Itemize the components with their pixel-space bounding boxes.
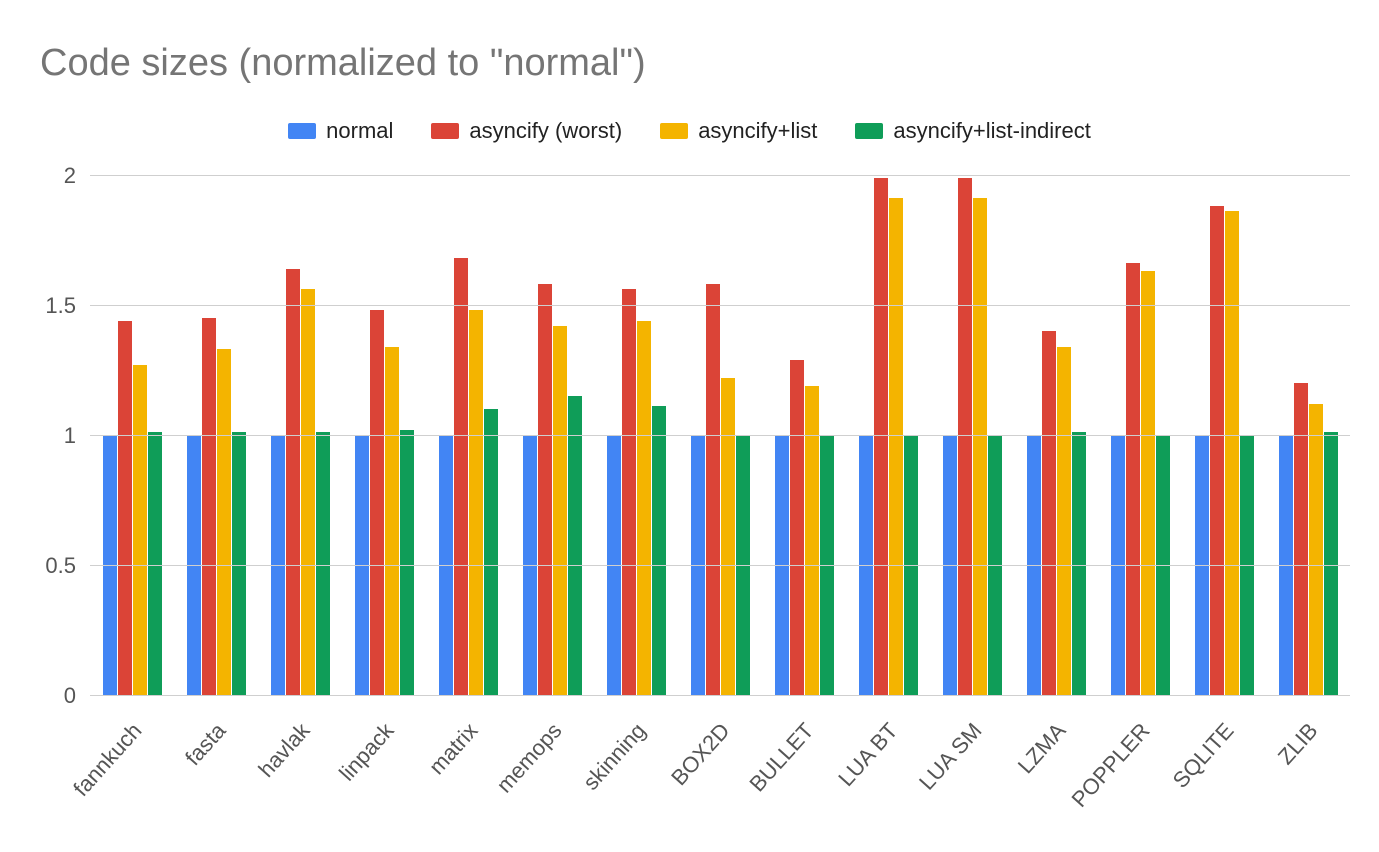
legend-label: asyncify+list-indirect [893,118,1090,144]
bar [889,198,903,695]
x-axis-labels: fannkuchfastahavlaklinpackmatrixmemopssk… [90,700,1350,850]
bar [1042,331,1056,695]
bar [370,310,384,695]
bar [553,326,567,695]
bar [301,289,315,695]
bar [1072,432,1086,695]
bar [1225,211,1239,695]
bar [286,269,300,695]
legend: normal asyncify (worst) asyncify+list async… [0,118,1379,144]
bar [1309,404,1323,695]
y-tick-label: 0 [26,683,76,709]
plot-area: 0 0.5 1 1.5 2 [90,175,1350,695]
bar [118,321,132,695]
bar [805,386,819,695]
gridline: 0 [90,695,1350,696]
legend-item: asyncify (worst) [431,118,622,144]
bar [622,289,636,695]
bar [484,409,498,695]
legend-item: asyncify+list-indirect [855,118,1090,144]
legend-label: normal [326,118,393,144]
x-tick-label: LZMA [1013,718,1072,779]
x-tick-label: ZLIB [1273,718,1323,770]
bar [1210,206,1224,695]
x-tick-label: skinning [578,718,651,795]
bar [1324,432,1338,695]
y-tick-label: 1.5 [26,293,76,319]
bar [721,378,735,695]
legend-swatch [660,123,688,139]
bar [538,284,552,695]
bar [958,178,972,695]
legend-label: asyncify (worst) [469,118,622,144]
x-tick-label: fannkuch [68,718,147,802]
y-tick-label: 2 [26,163,76,189]
x-tick-label: POPPLER [1066,718,1155,813]
legend-swatch [288,123,316,139]
chart-container: Code sizes (normalized to "normal") norm… [0,0,1379,852]
bar [973,198,987,695]
x-tick-label: LUA SM [914,718,987,795]
bar [874,178,888,695]
bar [385,347,399,695]
x-tick-label: havlak [253,718,315,783]
gridline: 1 [90,435,1350,436]
legend-item: normal [288,118,393,144]
bar [454,258,468,695]
bar [1141,271,1155,695]
bar [232,432,246,695]
y-tick-label: 1 [26,423,76,449]
y-tick-label: 0.5 [26,553,76,579]
bar [400,430,414,695]
bar [202,318,216,695]
bar [637,321,651,695]
bar [316,432,330,695]
x-tick-label: LUA BT [833,718,903,792]
x-tick-label: fasta [180,718,231,771]
bar [568,396,582,695]
bar [652,406,666,695]
gridline: 2 [90,175,1350,176]
x-tick-label: matrix [424,718,483,780]
bar [133,365,147,695]
legend-item: asyncify+list [660,118,817,144]
bar [1057,347,1071,695]
bar [1294,383,1308,695]
x-tick-label: memops [492,718,568,798]
x-tick-label: linpack [334,718,399,786]
gridline: 0.5 [90,565,1350,566]
x-tick-label: SQLITE [1168,718,1240,794]
chart-title: Code sizes (normalized to "normal") [40,42,646,85]
bar [1126,263,1140,695]
bar [148,432,162,695]
gridline: 1.5 [90,305,1350,306]
legend-label: asyncify+list [698,118,817,144]
x-tick-label: BULLET [744,718,819,797]
bar [706,284,720,695]
bar [790,360,804,695]
legend-swatch [855,123,883,139]
x-tick-label: BOX2D [666,718,735,791]
bar [217,349,231,695]
legend-swatch [431,123,459,139]
bar [469,310,483,695]
